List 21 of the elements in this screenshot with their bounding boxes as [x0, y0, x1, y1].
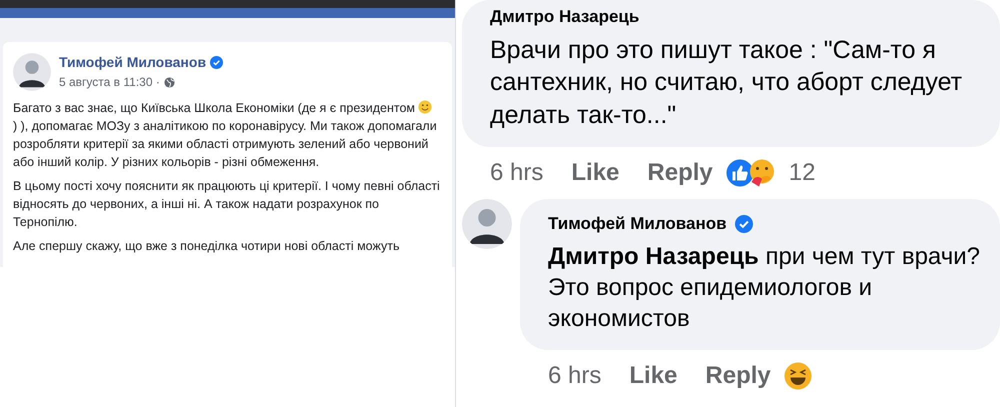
post-text: В цьому пості хочу пояснити як працюють ці критерії. І чому певні області відносять до червоних, а інші ні. А також надати розрахунок по Тернопілю.	[13, 179, 440, 229]
reply-link[interactable]: Reply	[647, 155, 713, 191]
post-text: Але спершу скажу, що вже з понеділка чотири нові області можуть	[13, 239, 400, 253]
post-text: Багато з вас знає, що Київська Школа Економіки (де я є президентом	[13, 101, 416, 115]
reply-link[interactable]: Reply	[705, 358, 771, 394]
post-text: ) ), допомагає МОЗу з аналітикою по коронавірусу. Ми також допомагали розробляти критерії за якими області отримують зелений або червоний або інший колір. У різних кольорів - різні обмеження.	[13, 119, 437, 169]
laughing-emoji-icon	[782, 361, 813, 392]
post-date[interactable]: 5 августа в 11:30 ·	[59, 73, 160, 91]
like-link[interactable]: Like	[629, 358, 678, 394]
reaction-count[interactable]: 12	[788, 155, 816, 191]
comment-time[interactable]: 6 hrs	[548, 358, 602, 394]
avatar	[13, 52, 51, 90]
globe-icon	[164, 76, 175, 88]
comment-text: Врачи про это пишут такое : "Сам-то я сантехник, но считаю, что аборт следует делать так-то..."	[490, 34, 964, 130]
comment-author[interactable]: Дмитро Назарець	[490, 4, 640, 30]
comment-text: Дмитро Назарець при чем тут врачи? Это вопрос епидемиологов и экономистов	[548, 242, 981, 334]
post-author[interactable]: Тимофей Милованов	[59, 52, 206, 73]
comment-author[interactable]: Тимофей Милованов	[548, 211, 727, 236]
smiley-icon	[418, 100, 432, 114]
like-link[interactable]: Like	[571, 155, 620, 191]
comment-time[interactable]: 6 hrs	[490, 155, 544, 191]
